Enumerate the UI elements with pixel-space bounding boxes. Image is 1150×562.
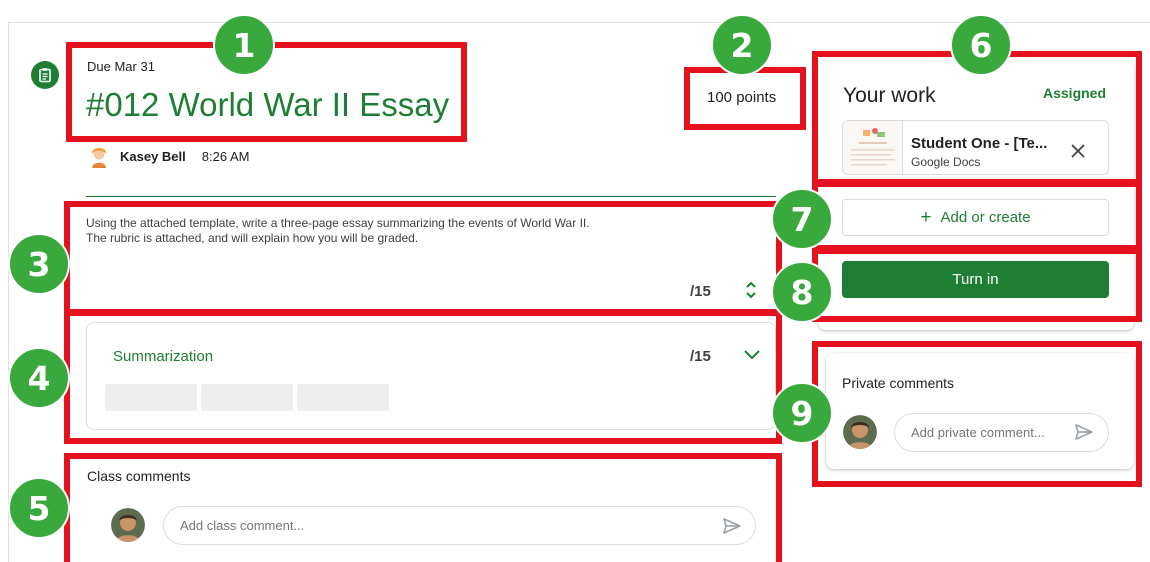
attachment-card[interactable]: Student One - [Te... Google Docs bbox=[842, 120, 1109, 175]
turn-in-button[interactable]: Turn in bbox=[842, 261, 1109, 298]
author-row: Kasey Bell 8:26 AM bbox=[88, 144, 249, 168]
add-or-create-label: Add or create bbox=[940, 209, 1031, 226]
callout-badge: 3 bbox=[8, 233, 70, 295]
callout-badge: 1 bbox=[213, 14, 275, 76]
callout-badge: 5 bbox=[8, 477, 70, 539]
expand-collapse-icon[interactable] bbox=[744, 279, 758, 301]
attachment-name: Student One - [Te... bbox=[911, 135, 1048, 152]
private-comments-heading: Private comments bbox=[842, 375, 955, 391]
your-work-title: Your work bbox=[843, 84, 936, 107]
callout-badge: 9 bbox=[771, 382, 833, 444]
chevron-down-icon[interactable] bbox=[743, 349, 761, 361]
instructions-line: The rubric is attached, and will explain… bbox=[86, 231, 419, 245]
assignment-icon bbox=[31, 61, 59, 89]
rubric-criterion-score: /15 bbox=[690, 348, 711, 365]
user-avatar-icon bbox=[111, 508, 145, 542]
class-comments-heading: Class comments bbox=[87, 468, 191, 484]
close-icon[interactable] bbox=[1070, 143, 1086, 159]
callout-badge: 2 bbox=[711, 14, 773, 76]
plus-icon: + bbox=[920, 206, 932, 228]
author-avatar-icon bbox=[91, 147, 107, 168]
rubric-level[interactable] bbox=[201, 384, 293, 411]
rubric-card[interactable]: Summarization /15 bbox=[86, 322, 776, 430]
callout-badge: 6 bbox=[950, 14, 1012, 76]
instructions: Using the attached template, write a thr… bbox=[86, 216, 590, 246]
points-value: 100 points bbox=[707, 89, 777, 106]
callout-badge: 8 bbox=[771, 261, 833, 323]
post-time: 8:26 AM bbox=[201, 148, 250, 164]
header-divider bbox=[86, 196, 776, 197]
callout-badge: 7 bbox=[771, 188, 833, 250]
doc-thumbnail-icon bbox=[843, 121, 903, 174]
assignment-title: #012 World War II Essay bbox=[86, 86, 450, 123]
instructions-line: Using the attached template, write a thr… bbox=[86, 216, 590, 230]
author-name: Kasey Bell bbox=[120, 148, 186, 164]
user-avatar-icon bbox=[843, 415, 877, 449]
left-border bbox=[8, 22, 9, 562]
due-date: Due Mar 31 bbox=[87, 59, 155, 74]
add-or-create-button[interactable]: + Add or create bbox=[842, 199, 1109, 236]
send-icon[interactable] bbox=[1074, 422, 1094, 442]
rubric-level[interactable] bbox=[297, 384, 389, 411]
class-comment-input[interactable] bbox=[163, 506, 756, 545]
rubric-total-score: /15 bbox=[690, 283, 711, 300]
send-icon[interactable] bbox=[722, 516, 742, 536]
callout-badge: 4 bbox=[8, 347, 70, 409]
rubric-level[interactable] bbox=[105, 384, 197, 411]
attachment-type: Google Docs bbox=[911, 155, 981, 169]
rubric-criterion: Summarization bbox=[113, 348, 214, 365]
status-badge: Assigned bbox=[1043, 85, 1107, 101]
